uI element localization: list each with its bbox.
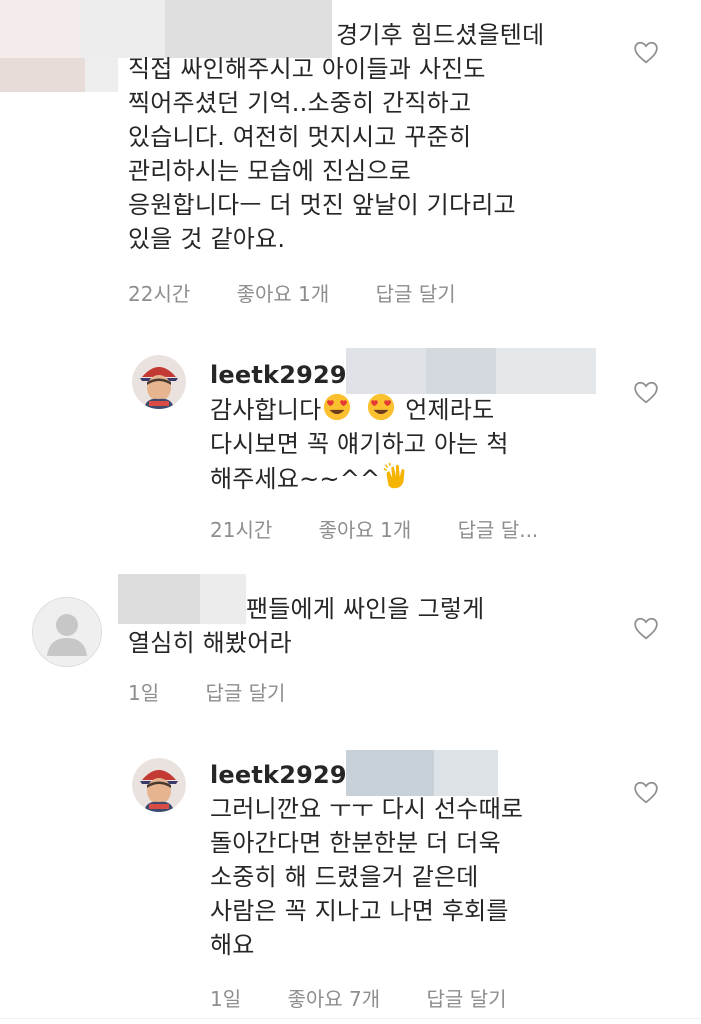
comment-line: 그러니깐요 ㅜㅜ 다시 선수때로 — [210, 795, 524, 823]
avatar[interactable] — [132, 355, 186, 409]
comment-time: 1일 — [210, 987, 242, 1011]
comment-time: 1일 — [128, 681, 160, 705]
comment-line: 응원합니다ㅡ 더 멋진 앞날이 기다리고 — [128, 191, 516, 219]
comment-time: 22시간 — [128, 282, 191, 306]
redacted-avatar — [0, 58, 118, 92]
heart-outline-icon[interactable] — [633, 780, 659, 804]
likes-count-button[interactable]: 좋아요 1개 — [237, 278, 330, 307]
comment-meta: 1일 좋아요 7개 답글 달기 — [210, 983, 547, 1012]
comment-body: 팬들에게 싸인을 그렇게 열심히 해봤어라 — [128, 592, 484, 660]
clapping-hands-emoji — [383, 462, 405, 489]
comment-line: 감사합니다 — [210, 396, 322, 424]
comment-meta: 21시간 좋아요 1개 답글 달... — [210, 514, 578, 543]
likes-count-button[interactable]: 좋아요 1개 — [319, 514, 412, 543]
comment-meta: 22시간 좋아요 1개 답글 달기 — [128, 278, 496, 307]
comment-body: leetk2929 감사합니다 언제라도 다시보면 꼭 얘기하고 아는 척 해주… — [210, 358, 509, 496]
comment-line: 열심히 해봤어라 — [128, 629, 292, 657]
reply-button[interactable]: 답글 달기 — [376, 278, 456, 307]
heart-eyes-emoji — [324, 393, 351, 421]
divider — [0, 1018, 701, 1019]
username-link[interactable]: leetk2929 — [210, 761, 347, 789]
comment-line: 해주세요~~^^ — [210, 465, 381, 493]
avatar[interactable] — [132, 758, 186, 812]
comment-line: 사람은 꼭 지나고 나면 후회를 — [210, 897, 509, 925]
heart-outline-icon[interactable] — [633, 380, 659, 404]
comment-line: 관리하시는 모습에 진심으로 — [128, 157, 412, 185]
comment-line: 팬들에게 싸인을 그렇게 — [246, 595, 485, 623]
comment-time: 21시간 — [210, 518, 273, 542]
comment-line: 소중히 해 드렸을거 같은데 — [210, 863, 479, 891]
comment-line: 직접 싸인해주시고 아이들과 사진도 — [128, 55, 486, 83]
comment-line: 언제라도 — [397, 396, 495, 424]
heart-eyes-emoji — [368, 393, 395, 421]
reply-button[interactable]: 답글 달기 — [427, 983, 507, 1012]
comment-line: 돌아간다면 한분한분 더 더욱 — [210, 829, 501, 857]
reply-button[interactable]: 답글 달기 — [205, 677, 285, 706]
comment-line: 찍어주셨던 기억..소중히 간직하고 — [128, 89, 472, 117]
comment-line: 있을 것 같아요. — [128, 225, 286, 253]
default-avatar-icon[interactable] — [32, 597, 102, 667]
comment-body: leetk2929 그러니깐요 ㅜㅜ 다시 선수때로 돌아간다면 한분한분 더 … — [210, 758, 523, 962]
comment-line: 해요 — [210, 931, 255, 959]
comment-line: 경기후 힘드셨을텐데 — [336, 21, 545, 49]
comment-line: 다시보면 꼭 얘기하고 아는 척 — [210, 430, 509, 458]
comment-line: 있습니다. 여전히 멋지시고 꾸준히 — [128, 123, 472, 151]
comment-meta: 1일 답글 달기 — [128, 677, 325, 706]
comment-body: 경기후 힘드셨을텐데 직접 싸인해주시고 아이들과 사진도 찍어주셨던 기억..… — [128, 18, 544, 256]
heart-outline-icon[interactable] — [633, 616, 659, 640]
username-link[interactable]: leetk2929 — [210, 361, 347, 389]
likes-count-button[interactable]: 좋아요 7개 — [287, 983, 380, 1012]
heart-outline-icon[interactable] — [633, 40, 659, 64]
reply-button[interactable]: 답글 달... — [458, 514, 539, 543]
